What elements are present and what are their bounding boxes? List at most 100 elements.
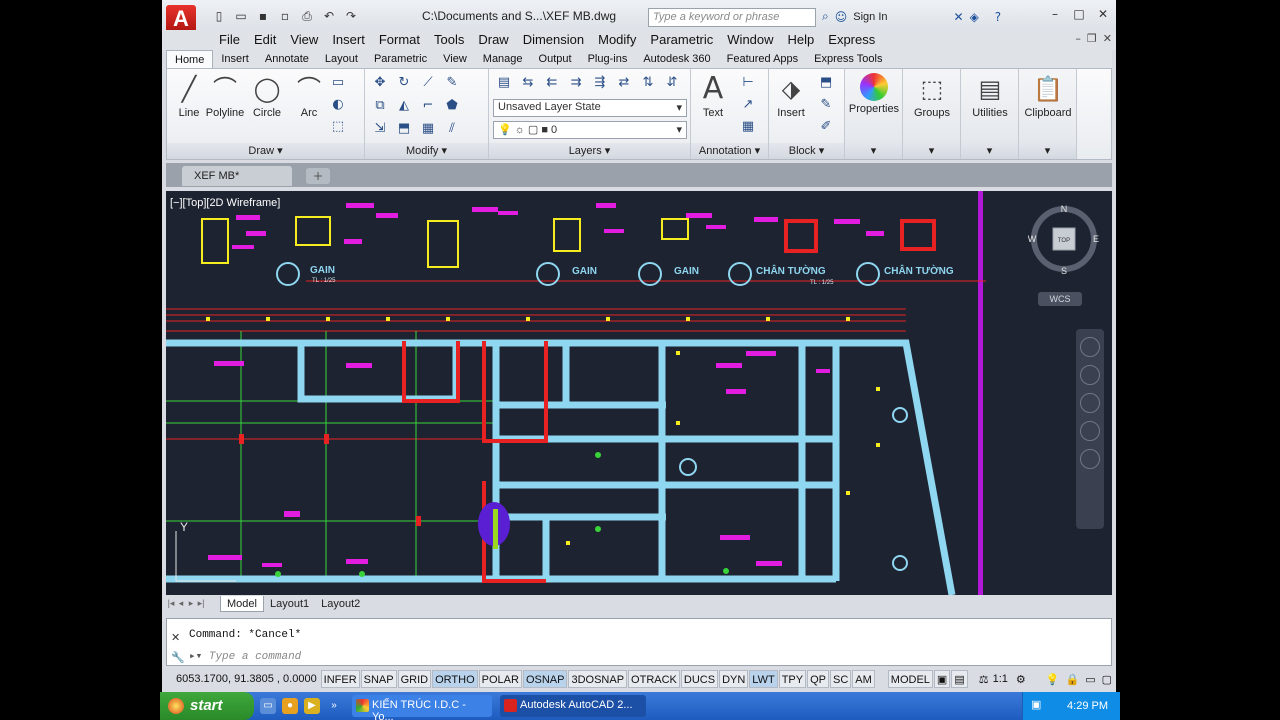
show-desktop-icon[interactable]: ▭ — [260, 698, 276, 714]
first-tab-icon[interactable]: |◂ — [166, 598, 176, 609]
menu-dimension[interactable]: Dimension — [516, 30, 591, 50]
menu-help[interactable]: Help — [781, 30, 822, 50]
copy-icon[interactable]: ⧉ — [369, 96, 391, 116]
tab-annotate[interactable]: Annotate — [257, 50, 317, 69]
offset-icon[interactable]: ⫽ — [441, 119, 463, 139]
help-icon[interactable]: ? — [995, 10, 1001, 24]
menu-tools[interactable]: Tools — [427, 30, 471, 50]
tab-autodesk-360[interactable]: Autodesk 360 — [635, 50, 718, 69]
exchange-icon[interactable]: ✕ — [954, 10, 964, 24]
toggle-infer[interactable]: INFER — [320, 670, 360, 688]
utilities-tool[interactable]: ▤ Utilities — [963, 73, 1017, 119]
layer-state-dropdown[interactable]: Unsaved Layer State ▾ — [493, 99, 687, 117]
utilities-panel[interactable]: ▤ Utilities ▾ — [961, 69, 1019, 159]
prev-tab-icon[interactable]: ◂ — [176, 598, 186, 609]
line-tool[interactable]: ╱ Line — [169, 73, 209, 119]
groups-tool[interactable]: ⬚ Groups — [905, 73, 959, 119]
doc-restore-icon[interactable]: ❐ — [1087, 32, 1097, 45]
toggle-ortho[interactable]: ORTHO — [432, 670, 478, 688]
wrench-icon[interactable]: 🔧 — [171, 651, 185, 664]
layer-properties-icon[interactable]: ▤ — [493, 73, 515, 93]
hardware-acceleration-icon[interactable]: ▭ — [1085, 673, 1095, 686]
cad-drawing[interactable]: GAIN GAIN GAIN CHÂN TƯỜNG CHÂN TƯỜNG TL … — [166, 191, 1112, 595]
search-input[interactable]: Type a keyword or phrase — [648, 8, 816, 27]
tab-express-tools[interactable]: Express Tools — [806, 50, 890, 69]
explode-icon[interactable]: ⬟ — [441, 96, 463, 116]
create-block-icon[interactable]: ⬒ — [815, 73, 837, 93]
block-panel-title[interactable]: Block ▾ — [769, 143, 844, 159]
layer-unlock-icon[interactable]: ⇵ — [661, 73, 683, 93]
tab-plugins[interactable]: Plug-ins — [580, 50, 636, 69]
scale-icon[interactable]: ⬒ — [393, 119, 415, 139]
viewcube[interactable]: TOP N S E W — [1028, 203, 1100, 275]
toggle-tpy[interactable]: TPY — [778, 670, 807, 688]
circle-tool[interactable]: ◯ Circle — [247, 73, 287, 119]
tab-manage[interactable]: Manage — [475, 50, 531, 69]
toggle-grid[interactable]: GRID — [397, 670, 432, 688]
toggle-osnap[interactable]: OSNAP — [522, 670, 568, 688]
steering-wheel-icon[interactable] — [1080, 337, 1100, 357]
layer-iso-icon[interactable]: ⇉ — [565, 73, 587, 93]
annotation-scale[interactable]: 1:1 — [993, 673, 1008, 685]
menu-window[interactable]: Window — [720, 30, 780, 50]
zoom-icon[interactable] — [1080, 393, 1100, 413]
mirror-icon[interactable]: ◭ — [393, 96, 415, 116]
clipboard-expand[interactable]: ▾ — [1019, 143, 1076, 159]
menu-express[interactable]: Express — [821, 30, 882, 50]
tab-layout2[interactable]: Layout2 — [315, 596, 366, 612]
lock-icon[interactable]: 🔒 — [1065, 673, 1079, 686]
expand-icon[interactable]: » — [326, 698, 342, 714]
media-player-icon[interactable]: ▶ — [304, 698, 320, 714]
insert-tool[interactable]: ⬗ Insert — [771, 73, 811, 119]
table-icon[interactable]: ▦ — [737, 117, 759, 137]
save-icon[interactable]: ▪ — [254, 8, 272, 24]
toggle-3dosnap[interactable]: 3DOSNAP — [568, 670, 628, 688]
last-tab-icon[interactable]: ▸| — [196, 598, 206, 609]
leader-icon[interactable]: ↗ — [737, 95, 759, 115]
toggle-dyn[interactable]: DYN — [719, 670, 749, 688]
showmotion-icon[interactable] — [1080, 449, 1100, 469]
groups-expand[interactable]: ▾ — [903, 143, 960, 159]
firefox-icon[interactable]: ● — [282, 698, 298, 714]
drawing-area[interactable]: GAIN GAIN GAIN CHÂN TƯỜNG CHÂN TƯỜNG TL … — [166, 191, 1112, 595]
new-tab-icon[interactable]: + — [306, 168, 330, 184]
annotation-panel-title[interactable]: Annotation ▾ — [691, 143, 768, 159]
menu-insert[interactable]: Insert — [325, 30, 372, 50]
polyline-tool[interactable]: ⌒ Polyline — [205, 73, 245, 119]
quick-view-drawings-icon[interactable]: ▤ — [951, 670, 968, 688]
move-icon[interactable]: ✥ — [369, 73, 391, 93]
menu-view[interactable]: View — [283, 30, 325, 50]
modify-panel-title[interactable]: Modify ▾ — [365, 143, 488, 159]
dimension-icon[interactable]: ⊢ — [737, 73, 759, 93]
toggle-sc[interactable]: SC — [830, 670, 852, 688]
clock[interactable]: 4:29 PM — [1067, 700, 1108, 712]
fillet-icon[interactable]: ⌐ — [417, 96, 439, 116]
clipboard-panel[interactable]: 📋 Clipboard ▾ — [1019, 69, 1077, 159]
minimize-icon[interactable]: – — [1046, 6, 1064, 22]
toggle-polar[interactable]: POLAR — [478, 670, 522, 688]
erase-icon[interactable]: ✎ — [441, 73, 463, 93]
stretch-icon[interactable]: ⇲ — [369, 119, 391, 139]
open-icon[interactable]: ▭ — [232, 8, 250, 24]
print-icon[interactable]: ⎙ — [298, 8, 316, 24]
layer-off-icon[interactable]: ⇶ — [589, 73, 611, 93]
start-button[interactable]: start — [160, 692, 254, 720]
command-prompt-icon[interactable]: ▸▾ — [189, 651, 209, 663]
menu-format[interactable]: Format — [372, 30, 427, 50]
array-icon[interactable]: ▦ — [417, 119, 439, 139]
annotation-scale-icon[interactable]: ⚖ — [979, 673, 989, 686]
doc-minimize-icon[interactable]: – — [1075, 32, 1081, 45]
tab-model[interactable]: Model — [220, 595, 264, 612]
utilities-expand[interactable]: ▾ — [961, 143, 1018, 159]
clipboard-tool[interactable]: 📋 Clipboard — [1021, 73, 1075, 119]
menu-file[interactable]: File — [212, 30, 247, 50]
menu-parametric[interactable]: Parametric — [643, 30, 720, 50]
rotate-icon[interactable]: ↻ — [393, 73, 415, 93]
next-tab-icon[interactable]: ▸ — [186, 598, 196, 609]
lightbulb-icon[interactable]: 💡 — [1046, 673, 1060, 686]
close-icon[interactable]: ✕ — [1094, 6, 1112, 22]
tab-layout1[interactable]: Layout1 — [264, 596, 315, 612]
tab-featured-apps[interactable]: Featured Apps — [719, 50, 807, 69]
tab-insert[interactable]: Insert — [213, 50, 257, 69]
apps-icon[interactable]: ◈ — [970, 10, 979, 24]
